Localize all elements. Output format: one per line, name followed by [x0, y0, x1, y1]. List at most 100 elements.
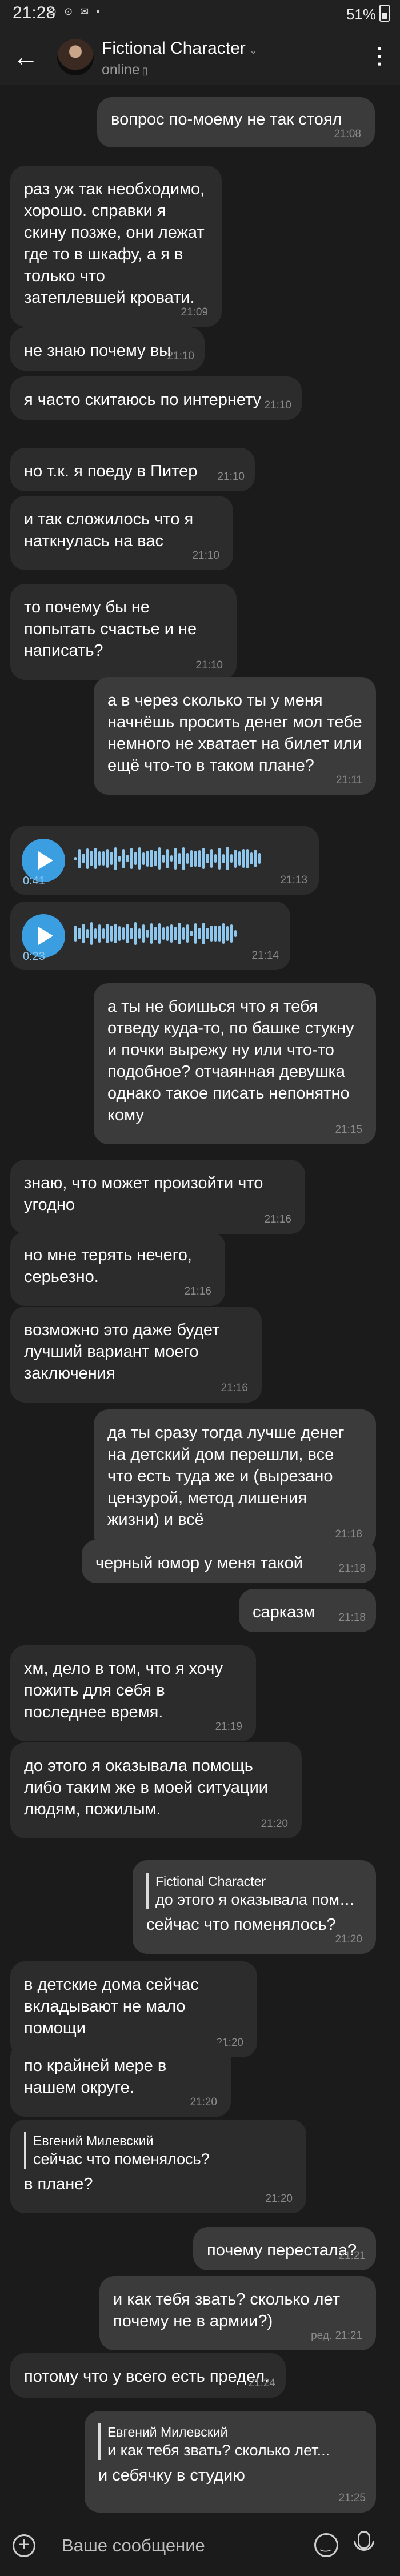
waveform-bar	[170, 855, 173, 862]
waveform-bar	[178, 922, 181, 945]
microphone-icon[interactable]	[354, 2531, 374, 2551]
waveform-bar	[226, 847, 229, 871]
message-time: 21:18	[338, 1563, 366, 1575]
message-incoming[interactable]: и так сложилось что я наткнулась на вас …	[10, 496, 233, 570]
message-time: ред. 21:21	[311, 2330, 362, 2342]
message-incoming[interactable]: раз уж так необходимо, хорошо. справки я…	[10, 166, 222, 327]
message-incoming[interactable]: потому что у всего есть предел. 21:24	[10, 2353, 286, 2398]
message-time: 21:21	[338, 2250, 366, 2262]
waveform-bar	[138, 928, 141, 939]
waveform-bar	[86, 928, 89, 939]
quoted-reply[interactable]: Евгений Милевский сейчас что поменялось?	[24, 2132, 293, 2169]
message-incoming[interactable]: я часто скитаюсь по интернету 21:10	[10, 376, 302, 420]
waveform-bar	[82, 923, 85, 944]
attach-plus-icon[interactable]: +	[13, 2534, 35, 2557]
message-incoming[interactable]: не знаю почему вы 21:10	[10, 327, 205, 371]
message-time: 21:10	[264, 399, 291, 411]
emoji-icon[interactable]	[314, 2533, 338, 2557]
message-incoming[interactable]: возможно это даже будет лучший вариант м…	[10, 1307, 262, 1403]
message-incoming-reply[interactable]: Евгений Милевский сейчас что поменялось?…	[10, 2120, 306, 2213]
waveform-bar	[82, 854, 85, 864]
message-text: по крайней мере в нашем округе.	[24, 2057, 167, 2097]
message-time: 21:18	[335, 1528, 362, 1540]
waveform-bar	[178, 852, 181, 864]
message-incoming[interactable]: по крайней мере в нашем округе. 21:20	[10, 2042, 231, 2117]
message-outgoing-reply[interactable]: Евгений Милевский и как тебя звать? скол…	[85, 2411, 376, 2513]
waveform-bar	[150, 850, 153, 868]
message-text: я часто скитаюсь по интернету	[24, 391, 262, 409]
message-text: в детские дома сейчас вкладывают не мало…	[24, 1976, 199, 2037]
waveform[interactable]	[74, 922, 240, 951]
message-outgoing[interactable]: и как тебя звать? сколько лет почему не …	[99, 2276, 376, 2350]
waveform-bar	[138, 847, 141, 870]
message-time: 21:25	[338, 2492, 366, 2504]
message-outgoing[interactable]: а ты не боишься что я тебя отведу куда-т…	[94, 983, 376, 1144]
quoted-reply[interactable]: Fictional Character до этого я оказывала…	[146, 1873, 362, 1909]
waveform-bar	[186, 924, 189, 943]
waveform-bar	[118, 855, 121, 862]
waveform-bar	[230, 854, 233, 863]
waveform-bar	[142, 852, 145, 865]
message-outgoing-reply[interactable]: Fictional Character до этого я оказывала…	[133, 1860, 376, 1954]
message-text: раз уж так необходимо, хорошо. справки я…	[24, 180, 205, 307]
message-outgoing[interactable]: почему перестала? 21:21	[193, 2227, 376, 2270]
avatar[interactable]	[57, 39, 94, 75]
waveform-bar	[222, 854, 225, 863]
contact-name: Fictional Character	[102, 39, 246, 58]
message-incoming[interactable]: до этого я оказывала помощь либо таким ж…	[10, 1742, 302, 1838]
waveform-bar	[250, 852, 253, 865]
waveform-bar	[186, 853, 189, 864]
waveform-bar	[202, 922, 205, 945]
message-incoming[interactable]: то почему бы не попытать счастье и не на…	[10, 584, 237, 680]
message-text: знаю, что может произойти что угодно	[24, 1174, 263, 1214]
waveform-bar	[106, 923, 109, 944]
waveform-bar	[154, 851, 157, 867]
message-incoming[interactable]: но мне терять нечего, серьезно. 21:16	[10, 1232, 225, 1306]
waveform-bar	[110, 926, 113, 942]
waveform-bar	[190, 850, 193, 867]
back-arrow-icon[interactable]: ←	[13, 42, 39, 71]
waveform-bar	[222, 923, 225, 944]
message-outgoing[interactable]: вопрос по-моему не так стоял 21:08	[97, 97, 375, 147]
waveform[interactable]	[74, 847, 263, 875]
waveform-bar	[166, 926, 169, 941]
message-time: 21:20	[265, 2193, 293, 2205]
message-outgoing[interactable]: да ты сразу тогда лучше денег на детский…	[94, 1409, 376, 1549]
voice-message[interactable]: 0:23 21:14	[10, 902, 290, 970]
waveform-bar	[162, 927, 165, 940]
message-text: и как тебя звать? сколько лет почему не …	[113, 2290, 340, 2330]
message-text: в плане?	[24, 2175, 93, 2193]
waveform-bar	[126, 855, 129, 863]
waveform-bar	[174, 847, 177, 870]
message-input[interactable]: Ваше сообщение	[62, 2535, 205, 2556]
message-outgoing[interactable]: а в через сколько ты у меня начнёшь прос…	[94, 677, 376, 795]
waveform-bar	[90, 851, 93, 867]
waveform-bar	[102, 851, 105, 866]
quoted-reply[interactable]: Евгений Милевский и как тебя звать? скол…	[98, 2423, 362, 2460]
message-text: черный юмор у меня такой	[95, 1554, 303, 1572]
battery-icon	[379, 5, 390, 22]
waveform-bar	[174, 926, 177, 940]
waveform-bar	[118, 926, 121, 941]
message-incoming[interactable]: хм, дело в том, что я хочу пожить для се…	[10, 1645, 256, 1741]
message-incoming[interactable]: знаю, что может произойти что угодно 21:…	[10, 1160, 305, 1234]
waveform-bar	[194, 850, 197, 867]
waveform-bar	[106, 849, 109, 868]
message-outgoing[interactable]: черный юмор у меня такой 21:18	[82, 1540, 376, 1583]
message-incoming[interactable]: но т.к. я поеду в Питер 21:10	[10, 448, 255, 491]
waveform-bar	[134, 852, 137, 866]
status-bar: 21:28 ⊙ ⊙ ✉ • 51%	[0, 0, 400, 32]
waveform-bar	[86, 848, 89, 869]
notification-icons: ⊙ ⊙ ✉ •	[48, 6, 102, 17]
quoted-text: и как тебя звать? сколько лет...	[107, 2442, 330, 2459]
voice-message[interactable]: 0:41 21:13	[10, 826, 319, 895]
waveform-bar	[94, 928, 97, 939]
message-text: сарказм	[253, 1603, 315, 1621]
waveform-bar	[214, 925, 217, 942]
message-outgoing[interactable]: сарказм 21:18	[239, 1589, 376, 1632]
message-time: 21:13	[280, 874, 307, 886]
more-options-icon[interactable]: ⋮	[368, 45, 391, 67]
waveform-bar	[162, 854, 165, 863]
waveform-bar	[202, 848, 205, 870]
chat-title[interactable]: Fictional Character ⌄	[102, 39, 258, 58]
